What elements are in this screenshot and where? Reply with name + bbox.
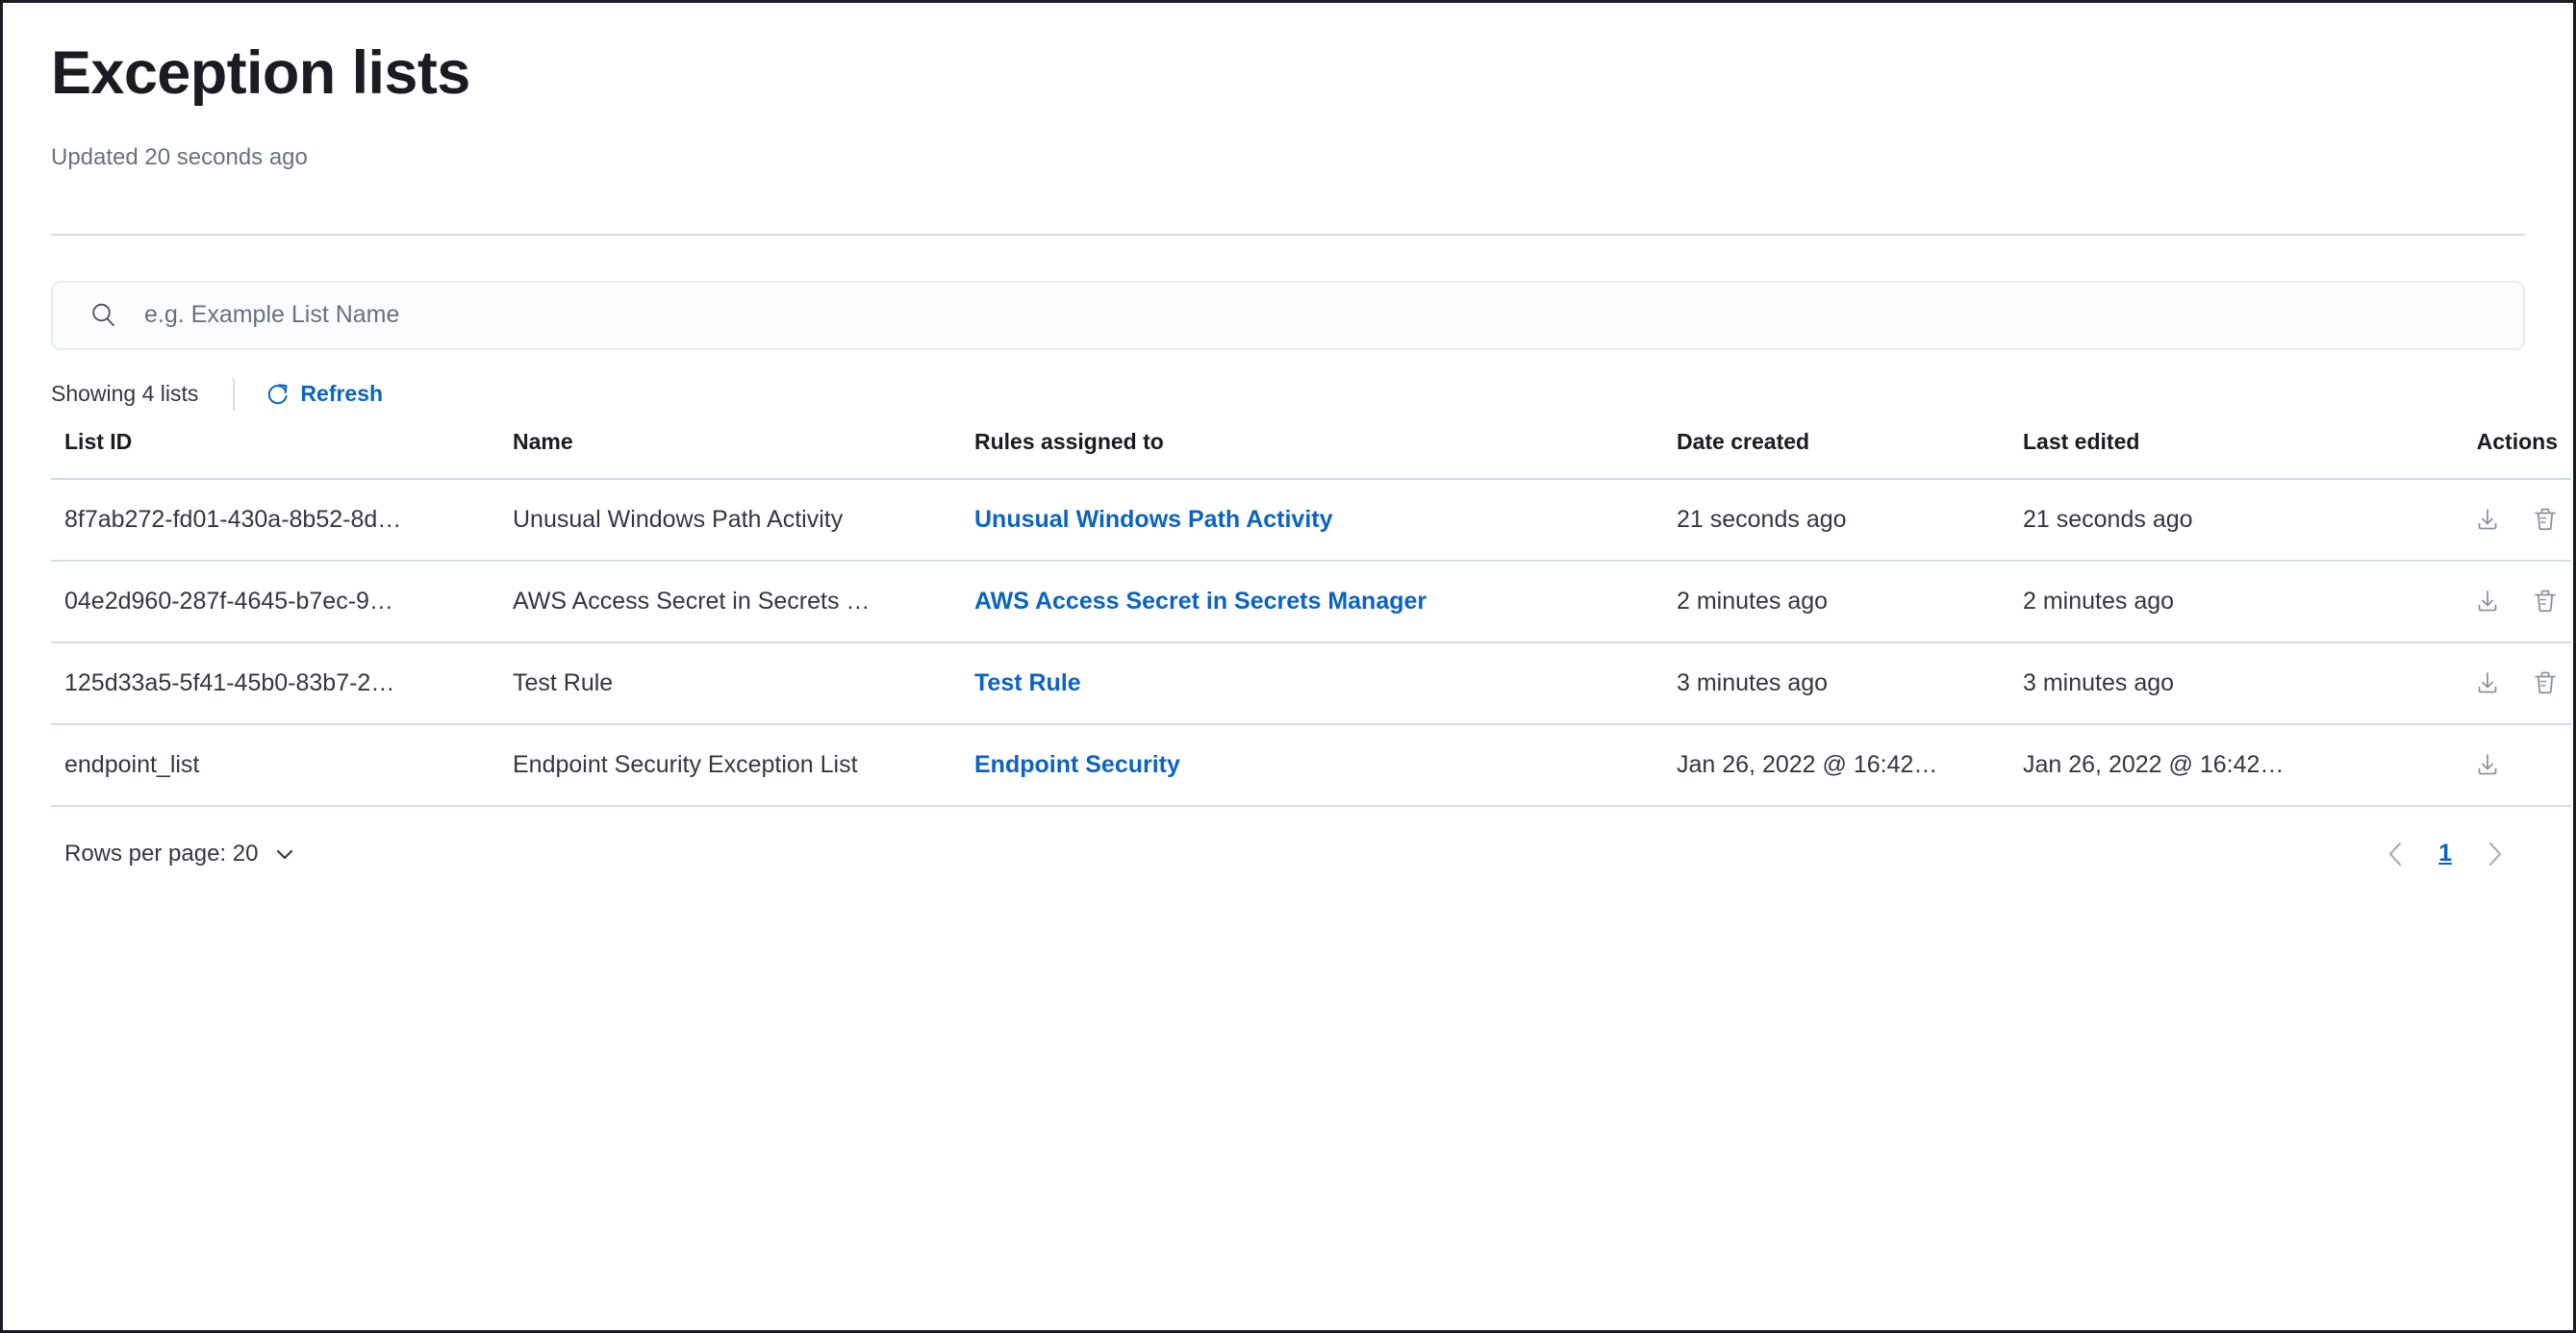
column-header-rules: Rules assigned to [974, 429, 1677, 479]
column-header-last-edited: Last edited [2023, 429, 2408, 479]
exception-lists-table: List ID Name Rules assigned to Date crea… [51, 429, 2571, 807]
page-title: Exception lists [51, 39, 2525, 108]
chevron-right-icon[interactable] [2479, 838, 2512, 870]
cell-rules: Unusual Windows Path Activity [974, 479, 1677, 561]
cell-last-edited: Jan 26, 2022 @ 16:42… [2023, 724, 2408, 806]
showing-count-label: Showing 4 lists [51, 381, 198, 407]
trash-icon[interactable] [2529, 503, 2562, 536]
cell-actions [2408, 724, 2571, 806]
cell-last-edited: 2 minutes ago [2023, 561, 2408, 642]
cell-list-id: endpoint_list [51, 724, 513, 806]
row-actions [2408, 666, 2562, 699]
cell-date-created: Jan 26, 2022 @ 16:42… [1677, 724, 2023, 806]
column-header-actions: Actions [2408, 429, 2571, 479]
column-header-list-id: List ID [51, 429, 513, 479]
row-actions [2408, 503, 2562, 536]
cell-name: Endpoint Security Exception List [513, 724, 974, 806]
search-area: e.g. Example List Name [51, 281, 2525, 350]
column-header-date-created: Date created [1677, 429, 2023, 479]
refresh-icon [265, 382, 290, 406]
cell-rules: Endpoint Security [974, 724, 1677, 806]
table-row: 125d33a5-5f41-45b0-83b7-2… Test Rule Tes… [51, 642, 2571, 724]
cell-rules: Test Rule [974, 642, 1677, 724]
cell-actions [2408, 642, 2571, 724]
cell-list-id: 125d33a5-5f41-45b0-83b7-2… [51, 642, 513, 724]
rows-per-page-label: Rows per page: 20 [64, 841, 258, 868]
chevron-left-icon[interactable] [2379, 838, 2412, 870]
refresh-label: Refresh [300, 381, 383, 407]
rule-link[interactable]: Unusual Windows Path Activity [974, 506, 1333, 533]
refresh-button[interactable]: Refresh [265, 381, 383, 407]
row-actions [2408, 748, 2562, 781]
cell-list-id: 8f7ab272-fd01-430a-8b52-8d… [51, 479, 513, 561]
trash-icon[interactable] [2529, 585, 2562, 617]
chevron-down-icon [273, 843, 296, 866]
rule-link[interactable]: Test Rule [974, 669, 1081, 696]
rows-per-page-selector[interactable]: Rows per page: 20 [64, 841, 296, 868]
row-actions [2408, 585, 2562, 617]
cell-actions [2408, 561, 2571, 642]
last-updated-text: Updated 20 seconds ago [51, 144, 2525, 171]
cell-list-id: 04e2d960-287f-4645-b7ec-9… [51, 561, 513, 642]
table-toolbar: Showing 4 lists Refresh [51, 375, 2525, 414]
cell-name: Test Rule [513, 642, 974, 724]
column-header-name: Name [513, 429, 974, 479]
table-body: 8f7ab272-fd01-430a-8b52-8d… Unusual Wind… [51, 479, 2571, 806]
page-number-1[interactable]: 1 [2433, 840, 2458, 868]
toolbar-divider [233, 378, 235, 411]
trash-icon[interactable] [2529, 666, 2562, 699]
export-icon[interactable] [2471, 748, 2504, 781]
cell-last-edited: 21 seconds ago [2023, 479, 2408, 561]
cell-name: Unusual Windows Path Activity [513, 479, 974, 561]
search-placeholder: e.g. Example List Name [144, 301, 399, 329]
page-header: Exception lists Updated 20 seconds ago [51, 3, 2525, 171]
export-icon[interactable] [2471, 503, 2504, 536]
cell-date-created: 2 minutes ago [1677, 561, 2023, 642]
exception-lists-page: Exception lists Updated 20 seconds ago e… [3, 3, 2573, 1330]
table-row: 04e2d960-287f-4645-b7ec-9… AWS Access Se… [51, 561, 2571, 642]
table-header-row: List ID Name Rules assigned to Date crea… [51, 429, 2571, 479]
cell-name: AWS Access Secret in Secrets … [513, 561, 974, 642]
table-row: 8f7ab272-fd01-430a-8b52-8d… Unusual Wind… [51, 479, 2571, 561]
pagination: 1 [2379, 838, 2512, 870]
rule-link[interactable]: AWS Access Secret in Secrets Manager [974, 588, 1427, 615]
cell-rules: AWS Access Secret in Secrets Manager [974, 561, 1677, 642]
search-icon [89, 301, 118, 330]
search-input[interactable]: e.g. Example List Name [51, 281, 2525, 350]
cell-actions [2408, 479, 2571, 561]
cell-date-created: 21 seconds ago [1677, 479, 2023, 561]
table-row: endpoint_list Endpoint Security Exceptio… [51, 724, 2571, 806]
export-icon[interactable] [2471, 585, 2504, 617]
table-header: List ID Name Rules assigned to Date crea… [51, 429, 2571, 479]
cell-date-created: 3 minutes ago [1677, 642, 2023, 724]
app-window: Exception lists Updated 20 seconds ago e… [0, 0, 2576, 1333]
cell-last-edited: 3 minutes ago [2023, 642, 2408, 724]
table-footer: Rows per page: 20 1 [51, 838, 2525, 870]
export-icon[interactable] [2471, 666, 2504, 699]
header-divider [51, 234, 2525, 236]
rule-link[interactable]: Endpoint Security [974, 751, 1180, 778]
action-placeholder [2529, 748, 2562, 781]
